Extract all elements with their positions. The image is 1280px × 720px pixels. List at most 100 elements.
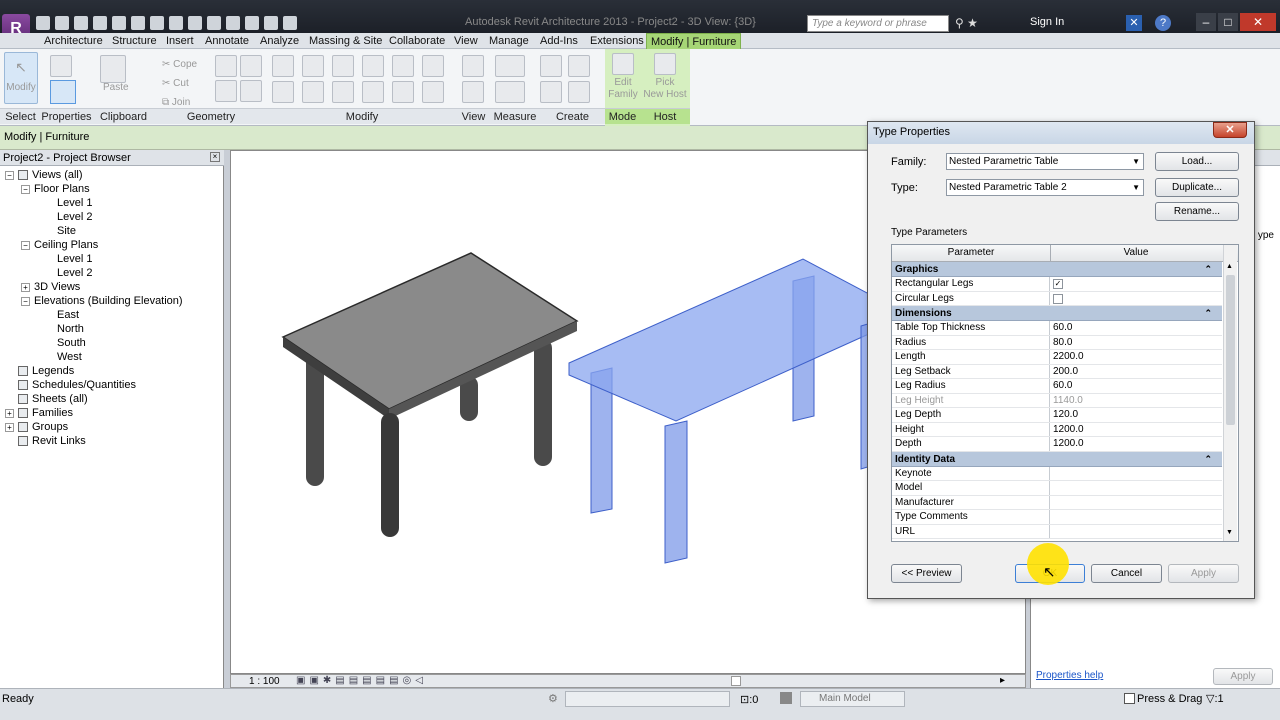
design-options-icon[interactable] [780,692,792,704]
modify-tool[interactable]: ↖ Modify [4,52,38,104]
browser-item[interactable]: Legends [5,364,221,378]
tab-modify-furniture[interactable]: Modify | Furniture [646,33,742,49]
tab-view[interactable]: View [450,33,482,49]
browser-item[interactable]: Level 2 [5,266,221,280]
parameter-row[interactable]: Depth 1200.0 [892,437,1222,452]
create-parts-icon[interactable] [568,55,590,77]
browser-item[interactable]: North [5,322,221,336]
panel-label-view[interactable]: View [457,108,490,124]
properties-help-link[interactable]: Properties help [1036,670,1103,681]
mirror-draw-icon[interactable] [362,55,384,77]
browser-item[interactable]: +3D Views [5,280,221,294]
parameter-value[interactable]: 60.0 [1053,321,1072,335]
pick-new-host-button[interactable]: Pick New Host [643,53,687,101]
search-input[interactable]: Type a keyword or phrase [807,15,949,32]
create-group-icon[interactable] [540,81,562,103]
paste-icon[interactable] [100,55,126,83]
parameter-row[interactable]: Leg Depth 120.0 [892,408,1222,423]
selected-blue-table[interactable] [568,258,872,564]
hide-icon[interactable] [462,55,484,77]
dimension-icon[interactable] [150,16,164,30]
col-value[interactable]: Value [1050,245,1222,261]
browser-item[interactable]: + Families [5,406,221,420]
trim-icon[interactable] [362,81,384,103]
tab-add-ins[interactable]: Add-Ins [536,33,582,49]
tag-icon[interactable] [169,16,183,30]
expand-icon[interactable]: + [21,282,30,292]
dimension-icon[interactable] [495,81,525,103]
split-icon[interactable] [392,55,414,77]
parameter-value[interactable]: 1200.0 [1053,423,1084,437]
parameter-row[interactable]: Radius 80.0 [892,335,1222,350]
scroll-right-icon[interactable]: ▸ [1000,675,1005,686]
family-dropdown[interactable]: Nested Parametric Table ▼ [946,153,1144,170]
apply-button[interactable]: Apply [1168,564,1239,583]
section-icon[interactable] [226,16,240,30]
panel-label-modify[interactable]: Modify [267,108,457,124]
parameter-row[interactable]: Circular Legs [892,291,1222,306]
measure-icon[interactable] [131,16,145,30]
measure-icon[interactable] [495,55,525,77]
type-dropdown[interactable]: Nested Parametric Table 2 ▼ [946,179,1144,196]
browser-item[interactable]: − Views (all) [5,168,221,182]
duplicate-button[interactable]: Duplicate... [1155,178,1239,197]
preview-button[interactable]: << Preview [891,564,962,583]
panel-label-select[interactable]: Select [0,108,41,124]
parameter-value[interactable]: 120.0 [1053,408,1078,422]
thin-lines-icon[interactable] [245,16,259,30]
properties-apply-button[interactable]: Apply [1213,668,1273,685]
dialog-close-button[interactable]: ✕ [1213,122,1247,138]
filter-icon[interactable]: ▽:1 [1206,692,1224,705]
browser-item[interactable]: Level 1 [5,252,221,266]
panel-label-mode[interactable]: Mode [605,108,640,124]
parameter-row[interactable]: Manufacturer [892,495,1222,510]
parameter-row[interactable]: Table Top Thickness 60.0 [892,321,1222,336]
parameter-checkbox[interactable]: ✓ [1053,279,1063,289]
scale-icon[interactable] [392,81,414,103]
parameter-row[interactable]: Height 1200.0 [892,422,1222,437]
parameter-value[interactable]: 60.0 [1053,379,1072,393]
panel-label-clipboard[interactable]: Clipboard [92,108,155,124]
text-icon[interactable] [188,16,202,30]
browser-item[interactable]: Schedules/Quantities [5,378,221,392]
infocenter-icons[interactable]: ⚲ ★ [955,16,978,30]
exchange-icon[interactable]: ✕ [1126,15,1142,31]
tab-manage[interactable]: Manage [485,33,533,49]
minimize-icon[interactable]: – [1196,13,1216,31]
geometry-tool-icon[interactable] [240,55,262,77]
close-icon[interactable]: × [210,152,220,162]
undo-icon[interactable] [93,16,107,30]
rename-button[interactable]: Rename... [1155,202,1239,221]
parameter-row[interactable]: Model [892,481,1222,496]
view-control-icons[interactable]: ▣▣✱▤▤▤▤▤◎◁ [296,675,427,686]
tab-collaborate[interactable]: Collaborate [385,33,449,49]
parameter-row[interactable]: Leg Height 1140.0 [892,393,1222,408]
press-drag-checkbox[interactable] [1124,693,1135,704]
group-header[interactable]: Graphics ⌃ [892,262,1222,277]
browser-item[interactable]: South [5,336,221,350]
browser-item[interactable]: − Ceiling Plans [5,238,221,252]
tab-structure[interactable]: Structure [108,33,161,49]
tab-annotate[interactable]: Annotate [201,33,253,49]
panel-label-measure[interactable]: Measure [490,108,540,124]
tab-analyze[interactable]: Analyze [256,33,303,49]
parameter-row[interactable]: Leg Setback 200.0 [892,364,1222,379]
collapse-icon[interactable]: − [21,240,30,250]
parameter-row[interactable]: URL [892,524,1222,539]
panel-label-host[interactable]: Host [640,108,690,124]
create-assembly-icon[interactable] [540,55,562,77]
collapse-icon[interactable]: ⌃ [1204,306,1212,321]
browser-item[interactable]: Site [5,224,221,238]
parameter-checkbox[interactable] [1053,293,1063,304]
sync-icon[interactable] [74,16,88,30]
browser-item[interactable]: West [5,350,221,364]
mirror-icon[interactable] [332,55,354,77]
array-icon[interactable] [422,55,444,77]
properties-icon[interactable] [50,80,76,104]
scrollbar-thumb[interactable] [731,676,741,686]
grid-scrollbar[interactable]: ▲ ▼ [1223,245,1237,541]
panel-label-properties[interactable]: Properties [41,108,92,124]
cope-button[interactable]: ✂ Cope [162,55,197,74]
parameter-value[interactable]: 80.0 [1053,336,1072,350]
parameter-row[interactable]: Leg Radius 60.0 [892,379,1222,394]
